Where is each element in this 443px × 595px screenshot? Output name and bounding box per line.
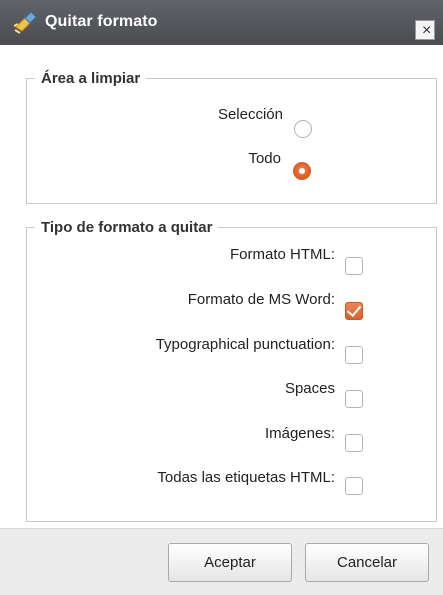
dialog-content: Área a limpiar Selección Todo Tipo de fo… — [0, 45, 443, 528]
imagenes-checkbox[interactable] — [345, 434, 363, 452]
option-seleccion-label[interactable]: Selección — [218, 106, 283, 123]
imagenes-label[interactable]: Imágenes: — [265, 425, 335, 442]
dialog-titlebar[interactable]: Quitar formato × — [0, 0, 443, 45]
typographical-punctuation-checkbox[interactable] — [345, 346, 363, 364]
close-button[interactable]: × — [415, 20, 435, 40]
formato-html-checkbox[interactable] — [345, 257, 363, 275]
todas-etiquetas-html-label[interactable]: Todas las etiquetas HTML: — [157, 469, 335, 486]
spaces-label[interactable]: Spaces — [285, 380, 335, 397]
dialog-title: Quitar formato — [45, 13, 158, 30]
spaces-checkbox[interactable] — [345, 390, 363, 408]
formato-html-label[interactable]: Formato HTML: — [230, 246, 335, 263]
close-icon: × — [422, 22, 432, 39]
formato-ms-word-checkbox[interactable] — [345, 302, 363, 320]
todas-etiquetas-html-checkbox[interactable] — [345, 477, 363, 495]
cancelar-button[interactable]: Cancelar — [305, 543, 429, 582]
aceptar-button[interactable]: Aceptar — [168, 543, 292, 582]
seleccion-radio[interactable] — [294, 120, 312, 138]
typographical-punctuation-label[interactable]: Typographical punctuation: — [156, 336, 335, 353]
area-fieldset: Área a limpiar — [26, 70, 437, 204]
eraser-brush-icon — [13, 9, 41, 35]
todo-radio[interactable] — [293, 162, 311, 180]
quitar-formato-dialog: Quitar formato × Área a limpiar Selecció… — [0, 0, 443, 595]
area-legend: Área a limpiar — [41, 70, 141, 87]
dialog-footer: Aceptar Cancelar — [0, 528, 443, 595]
option-todo-label[interactable]: Todo — [248, 150, 281, 167]
formato-ms-word-label[interactable]: Formato de MS Word: — [188, 291, 335, 308]
tipo-legend: Tipo de formato a quitar — [41, 219, 213, 236]
